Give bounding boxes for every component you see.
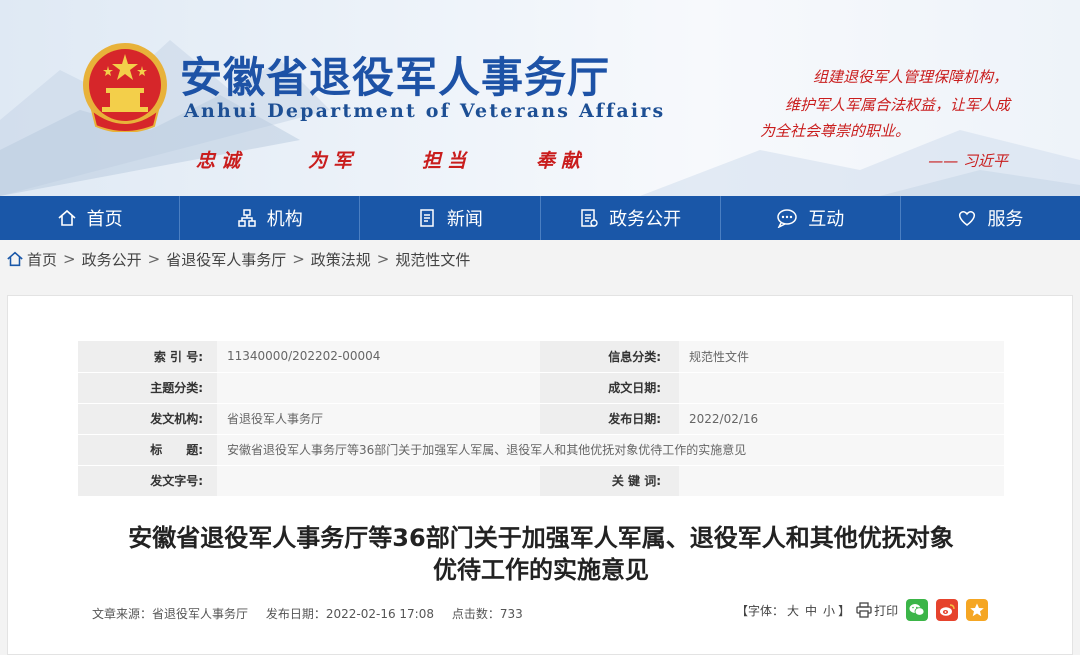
- nav-label: 服务: [987, 209, 1024, 230]
- nav-label: 互动: [808, 209, 845, 230]
- article-clicks: 点击数：733: [451, 607, 523, 621]
- meta-value: [679, 465, 1004, 497]
- motto-for-army: 为军: [308, 150, 359, 172]
- printer-icon: [856, 602, 872, 618]
- breadcrumb-separator: >: [292, 250, 305, 268]
- article-title: 安徽省退役军人事务厅等36部门关于加强军人军属、退役军人和其他优抚对象 优待工作…: [8, 522, 1074, 586]
- motto-responsibility: 担当: [422, 150, 473, 172]
- document-meta-table: 索 引 号: 11340000/202202-00004 信息分类: 规范性文件…: [78, 341, 1004, 497]
- table-row: 主题分类: 成文日期:: [78, 372, 1004, 404]
- national-emblem-icon: [83, 43, 167, 132]
- meta-label: 发文机构:: [78, 403, 217, 435]
- quote-line: 为全社会尊崇的职业。: [759, 122, 910, 140]
- heart-icon: [959, 211, 976, 226]
- article-date: 发布日期：2022-02-16 17:08: [265, 607, 434, 621]
- list-document-icon: [581, 209, 598, 227]
- meta-label: 发文字号:: [78, 465, 217, 497]
- print-button[interactable]: 打印: [856, 602, 898, 619]
- breadcrumb-separator: >: [63, 250, 76, 268]
- meta-label: 成文日期:: [540, 372, 679, 404]
- nav-label: 机构: [266, 209, 303, 230]
- weibo-share-icon[interactable]: [936, 599, 959, 621]
- nav-services[interactable]: 服务: [901, 196, 1080, 240]
- nav-label: 政务公开: [609, 209, 682, 230]
- breadcrumb-gov-affairs[interactable]: 政务公开: [82, 249, 142, 270]
- font-small-button[interactable]: 小: [823, 602, 835, 619]
- meta-label: 主题分类:: [78, 372, 217, 404]
- table-row: 发文字号: 关 键 词:: [78, 465, 1004, 497]
- table-row: 发文机构: 省退役军人事务厅 发布日期: 2022/02/16: [78, 403, 1004, 435]
- print-label: 打印: [874, 603, 899, 618]
- nav-interaction[interactable]: 互动: [721, 196, 901, 240]
- quote-line: 维护军人军属合法权益，让军人成: [784, 96, 1010, 114]
- quote-line: 组建退役军人管理保障机构，: [812, 68, 1008, 86]
- article-source: 文章来源：省退役军人事务厅: [92, 607, 249, 621]
- favorite-star-icon[interactable]: [966, 599, 989, 621]
- breadcrumb-normative-docs[interactable]: 规范性文件: [395, 249, 470, 270]
- table-row: 标 题: 安徽省退役军人事务厅等36部门关于加强军人军属、退役军人和其他优抚对象…: [78, 434, 1004, 466]
- home-icon: [7, 251, 23, 267]
- meta-label: 关 键 词:: [540, 465, 679, 497]
- meta-value: [679, 372, 1004, 404]
- org-chart-icon: [238, 209, 256, 227]
- breadcrumb-separator: >: [147, 250, 161, 268]
- meta-value: [217, 372, 540, 404]
- breadcrumb-home[interactable]: 首页: [27, 249, 57, 270]
- font-medium-button[interactable]: 中: [805, 602, 817, 619]
- site-header: 安徽省退役军人事务厅 Anhui Department of Veterans …: [0, 0, 1080, 196]
- breadcrumb-policy[interactable]: 政策法规: [311, 249, 371, 270]
- breadcrumb-department[interactable]: 省退役军人事务厅: [166, 249, 286, 270]
- meta-value: 11340000/202202-00004: [217, 341, 540, 373]
- meta-label: 信息分类:: [540, 341, 679, 373]
- meta-value: [217, 465, 540, 497]
- article-tools: 【字体： 大 中 小 】 打印: [736, 599, 989, 621]
- nav-label: 首页: [86, 209, 123, 230]
- article-info: 文章来源：省退役军人事务厅 发布日期：2022-02-16 17:08 点击数：…: [92, 605, 537, 622]
- meta-value: 规范性文件: [679, 341, 1004, 373]
- meta-value: 2022/02/16: [679, 403, 1004, 435]
- wechat-share-icon[interactable]: [906, 599, 929, 621]
- meta-label: 索 引 号:: [78, 341, 217, 373]
- motto-loyalty: 忠诚: [196, 150, 247, 172]
- home-icon: [58, 209, 76, 226]
- meta-value: 安徽省退役军人事务厅等36部门关于加强军人军属、退役军人和其他优抚对象优待工作的…: [217, 434, 1004, 466]
- meta-label: 发布日期:: [540, 403, 679, 435]
- breadcrumb: 首页 > 政务公开 > 省退役军人事务厅 > 政策法规 > 规范性文件: [0, 240, 1080, 278]
- article-panel: 索 引 号: 11340000/202202-00004 信息分类: 规范性文件…: [7, 295, 1073, 655]
- nav-organization[interactable]: 机构: [180, 196, 361, 240]
- article-title-line: 优待工作的实施意见: [433, 556, 649, 584]
- font-size-suffix: 】: [838, 603, 851, 618]
- meta-value: 省退役军人事务厅: [217, 403, 540, 435]
- font-large-button[interactable]: 大: [787, 602, 799, 619]
- font-size-prefix: 【字体：: [736, 603, 785, 618]
- nav-home[interactable]: 首页: [0, 196, 181, 240]
- document-icon: [420, 209, 434, 227]
- site-title-cn: 安徽省退役军人事务厅: [180, 53, 611, 102]
- table-row: 索 引 号: 11340000/202202-00004 信息分类: 规范性文件: [78, 341, 1004, 373]
- nav-label: 新闻: [446, 209, 483, 230]
- motto-dedication: 奉献: [536, 150, 587, 172]
- nav-gov-affairs[interactable]: 政务公开: [541, 196, 721, 240]
- meta-label: 标 题:: [78, 434, 217, 466]
- quote-author: —— 习近平: [928, 152, 1008, 170]
- site-title-en: Anhui Department of Veterans Affairs: [184, 100, 666, 122]
- article-title-line: 安徽省退役军人事务厅等36部门关于加强军人军属、退役军人和其他优抚对象: [128, 524, 954, 552]
- main-nav: 首页 机构 新闻 政务公开 互动 服务: [0, 196, 1080, 240]
- breadcrumb-separator: >: [376, 250, 390, 268]
- nav-news[interactable]: 新闻: [360, 196, 541, 240]
- chat-icon: [777, 209, 798, 228]
